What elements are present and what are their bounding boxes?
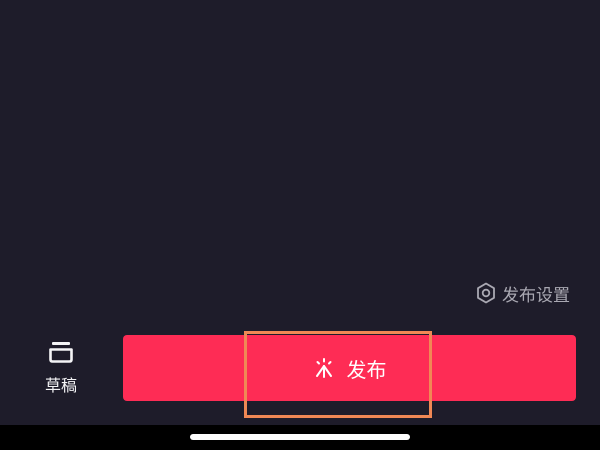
publish-button[interactable]: 发布 bbox=[123, 335, 576, 401]
publish-settings-label: 发布设置 bbox=[502, 285, 570, 306]
draft-box-icon bbox=[49, 342, 73, 363]
home-indicator[interactable] bbox=[190, 434, 410, 440]
publish-label: 发布 bbox=[346, 357, 387, 382]
draft-button[interactable]: 草稿 bbox=[38, 340, 84, 396]
settings-hexagon-icon bbox=[477, 282, 495, 304]
publish-settings-link[interactable]: 发布设置 bbox=[476, 282, 570, 306]
sparkle-icon bbox=[315, 358, 332, 378]
publish-screen: 发布设置 草稿 发布 bbox=[0, 0, 600, 450]
draft-label: 草稿 bbox=[44, 376, 77, 395]
